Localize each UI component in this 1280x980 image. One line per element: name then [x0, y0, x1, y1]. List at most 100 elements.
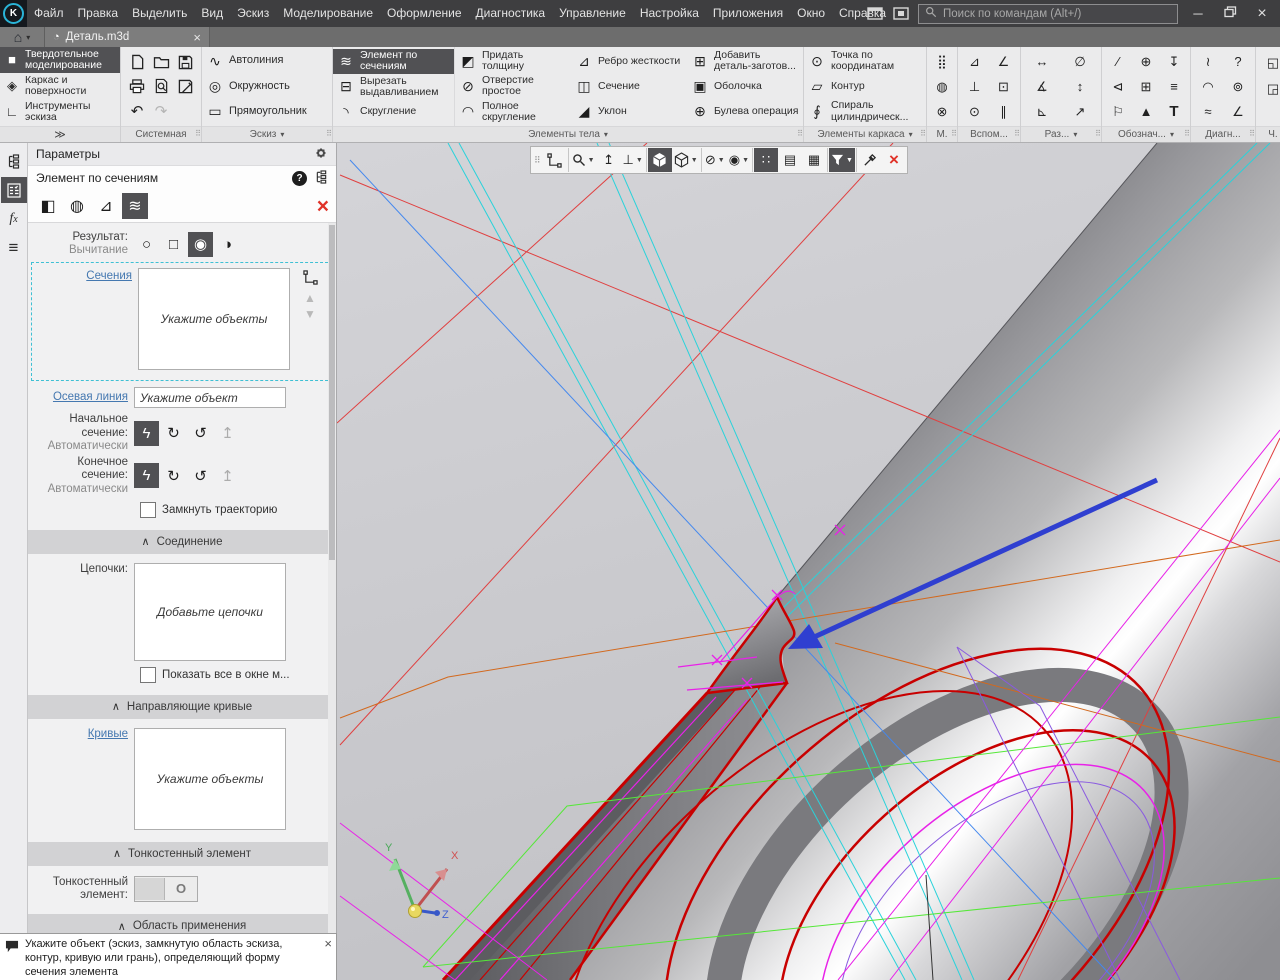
gear-icon[interactable]: [314, 146, 328, 163]
show-objects-button[interactable]: ◉▼: [727, 148, 751, 172]
chevron-down-icon[interactable]: ▾: [909, 130, 913, 139]
text-icon[interactable]: T: [1164, 102, 1184, 122]
mirror-icon[interactable]: ◍: [932, 77, 952, 97]
tab-detail-m3d[interactable]: ◔ Деталь.m3d ×: [45, 27, 210, 47]
print-button[interactable]: [126, 75, 148, 97]
save-button[interactable]: [174, 51, 196, 73]
group-grip[interactable]: ⠿: [195, 129, 200, 138]
command-search-input[interactable]: Поиск по командам (Alt+/): [918, 4, 1178, 24]
close-trajectory-checkbox[interactable]: [140, 502, 156, 518]
wireframe-display-button[interactable]: ▼: [672, 148, 700, 172]
shaded-display-button[interactable]: [648, 148, 672, 172]
view-copy-icon[interactable]: ◲: [1263, 79, 1280, 99]
dim-linear-icon[interactable]: ↔: [1032, 52, 1052, 72]
aux-parallel-icon[interactable]: ∥: [994, 102, 1014, 122]
sections-link[interactable]: Сечения: [86, 270, 132, 282]
dim-leader-icon[interactable]: ↗: [1070, 102, 1090, 122]
end-auto-icon[interactable]: ϟ: [134, 463, 159, 488]
dim-perp-icon[interactable]: ⊾: [1032, 102, 1052, 122]
section-connection[interactable]: ∧Соединение: [28, 530, 336, 554]
section-guide-curves[interactable]: ∧Направляющие кривые: [28, 695, 336, 719]
parameters-panel-button[interactable]: [1, 177, 27, 203]
end-by-object-icon[interactable]: ↺: [188, 463, 213, 488]
mode-sketch-tools[interactable]: ∟Инструменты эскиза: [0, 99, 120, 125]
revolve-op-icon[interactable]: ◍: [64, 193, 90, 219]
menu-layout[interactable]: Оформление: [380, 0, 468, 27]
menu-edit[interactable]: Правка: [71, 0, 126, 27]
group-grip[interactable]: ⠿: [1014, 129, 1019, 138]
panel-scrollbar[interactable]: [328, 223, 336, 980]
roughness-icon[interactable]: ∕: [1108, 52, 1128, 72]
arrow-icon[interactable]: ▲: [1136, 102, 1156, 122]
show-all-checkbox[interactable]: [140, 667, 156, 683]
scale-icon[interactable]: ⊗: [932, 102, 952, 122]
result-new-body-icon[interactable]: □: [161, 232, 186, 257]
aux-perp-icon[interactable]: ⊥: [965, 77, 985, 97]
array-icon[interactable]: ⣿: [932, 52, 952, 72]
measure-curve-icon[interactable]: ≀: [1198, 52, 1218, 72]
axis-line-link[interactable]: Осевая линия: [53, 391, 128, 403]
preview-button[interactable]: [150, 75, 172, 97]
mode-frame-surfaces[interactable]: ◈Каркас и поверхности: [0, 73, 120, 99]
aux-angle-icon[interactable]: ∠: [994, 52, 1014, 72]
axis-line-input[interactable]: Укажите объект: [134, 387, 286, 408]
view-axes-button[interactable]: ⊥▼: [621, 148, 645, 172]
shell-button[interactable]: ▣Оболочка: [687, 75, 803, 99]
mark-icon[interactable]: ⊲: [1108, 77, 1128, 97]
variables-button[interactable]: fx: [1, 206, 27, 232]
tab-close-icon[interactable]: ×: [193, 30, 201, 45]
move-up-icon[interactable]: ▲: [304, 294, 316, 304]
simple-hole-button[interactable]: ⊘Отверстие простое: [455, 74, 571, 99]
menu-modeling[interactable]: Моделирование: [276, 0, 380, 27]
app-logo-icon[interactable]: K: [0, 0, 27, 27]
section-button[interactable]: ◫Сечение: [571, 75, 687, 99]
tree-toggle-icon[interactable]: [315, 170, 328, 187]
start-by-object-icon[interactable]: ↺: [188, 421, 213, 446]
chevron-down-icon[interactable]: ▾: [1073, 130, 1077, 139]
thin-wall-toggle[interactable]: O: [134, 876, 198, 902]
menu-sketch[interactable]: Эскиз: [230, 0, 276, 27]
snap-button[interactable]: ∷: [754, 148, 778, 172]
menu-settings[interactable]: Настройка: [633, 0, 706, 27]
contour-button[interactable]: ▱Контур: [804, 75, 926, 99]
thicken-button[interactable]: ◩Придать толщину: [455, 49, 571, 74]
minimize-button[interactable]: ─: [1186, 6, 1210, 21]
dim-angle-icon[interactable]: ∡: [1032, 77, 1052, 97]
help-icon[interactable]: ?: [292, 171, 307, 186]
layers-button[interactable]: ▤: [778, 148, 802, 172]
group-grip[interactable]: ⠿: [920, 129, 925, 138]
redo-button[interactable]: ↷: [150, 100, 172, 122]
sketch-corner-icon[interactable]: [303, 270, 318, 288]
menu-file[interactable]: Файл: [27, 0, 71, 27]
window-screens-icon[interactable]: [892, 7, 910, 21]
datum-icon[interactable]: ⊕: [1136, 52, 1156, 72]
group-grip[interactable]: ⠿: [326, 129, 331, 138]
curves-link[interactable]: Кривые: [88, 728, 128, 740]
group-grip[interactable]: ⠿: [1249, 129, 1254, 138]
rib-button[interactable]: ⊿Ребро жесткости: [571, 49, 687, 73]
point-by-coords-button[interactable]: ⊙Точка по координатам: [804, 49, 926, 74]
home-button[interactable]: ⌂▾: [0, 27, 45, 47]
restore-button[interactable]: [1218, 6, 1242, 21]
deviation-icon[interactable]: ⊚: [1228, 77, 1248, 97]
model-tree-button[interactable]: [1, 148, 27, 174]
chevron-down-icon[interactable]: ▾: [1170, 130, 1174, 139]
tolerance-icon[interactable]: ⊞: [1136, 77, 1156, 97]
menu-window[interactable]: Окно: [790, 0, 832, 27]
close-button[interactable]: ×: [1250, 5, 1274, 23]
view-create-icon[interactable]: ◱: [1263, 53, 1280, 73]
orientation-button[interactable]: ↥: [597, 148, 621, 172]
open-document-button[interactable]: [150, 51, 172, 73]
cancel-operation-icon[interactable]: ×: [317, 196, 329, 217]
chevron-down-icon[interactable]: ▾: [604, 130, 608, 139]
3d-scene[interactable]: Y X Z: [337, 143, 1280, 980]
zoom-button[interactable]: ▼: [570, 148, 597, 172]
angle-check-icon[interactable]: ∠: [1228, 102, 1248, 122]
add-part-button[interactable]: ⊞Добавить деталь-заготов...: [687, 49, 803, 74]
aux-plane-icon[interactable]: ⊿: [965, 52, 985, 72]
hide-objects-button[interactable]: ⊘▼: [703, 148, 727, 172]
menu-management[interactable]: Управление: [552, 0, 633, 27]
loft-element-button[interactable]: ≋Элемент по сечениям: [333, 49, 454, 74]
loft-op-icon[interactable]: ≋: [122, 193, 148, 219]
fillet-button[interactable]: ◝Скругление: [333, 100, 454, 124]
